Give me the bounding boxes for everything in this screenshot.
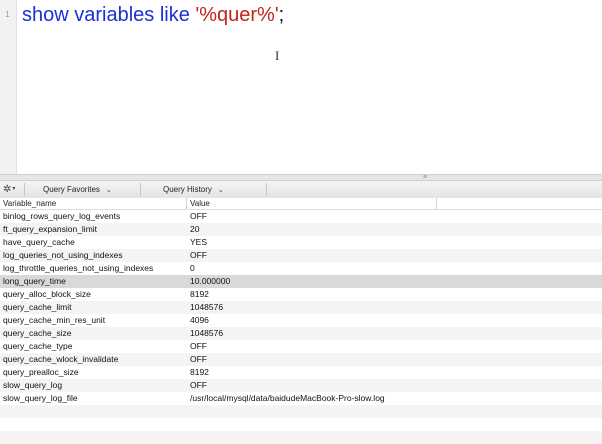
table-row[interactable]: query_alloc_block_size 8192 — [0, 288, 602, 301]
table-row[interactable]: query_cache_min_res_unit 4096 — [0, 314, 602, 327]
table-row[interactable]: log_queries_not_using_indexes OFF — [0, 249, 602, 262]
query-toolbar: ✲▾ Query Favorites ⌄ Query History ⌄ — [0, 181, 602, 199]
chevron-down-icon: ⌄ — [105, 187, 112, 194]
cell-variable-name: have_query_cache — [3, 237, 75, 247]
table-row[interactable]: query_prealloc_size 8192 — [0, 366, 602, 379]
cell-variable-name: log_throttle_queries_not_using_indexes — [3, 263, 154, 273]
table-row[interactable]: query_cache_limit 1048576 — [0, 301, 602, 314]
column-divider[interactable] — [186, 198, 187, 209]
cell-value: 10.000000 — [190, 276, 231, 286]
cell-value: OFF — [190, 341, 207, 351]
line-number-gutter: 1 — [0, 0, 17, 174]
cell-value: 0 — [190, 263, 195, 273]
column-divider[interactable] — [436, 198, 437, 209]
chevron-down-icon: ⌄ — [217, 187, 224, 194]
cell-value: 8192 — [190, 367, 209, 377]
cell-variable-name: query_alloc_block_size — [3, 289, 91, 299]
query-text-line[interactable]: show variables like '%quer%'; — [22, 3, 284, 27]
cell-value: OFF — [190, 380, 207, 390]
column-header-variable-name[interactable]: Variable_name — [3, 199, 56, 208]
cell-variable-name: long_query_time — [3, 276, 66, 286]
cell-value: 4096 — [190, 315, 209, 325]
cell-value: OFF — [190, 250, 207, 260]
column-header-value[interactable]: Value — [190, 199, 210, 208]
results-header-row: Variable_name Value — [0, 198, 602, 210]
toolbar-divider — [24, 183, 25, 196]
toolbar-divider — [266, 183, 267, 196]
table-row[interactable]: binlog_rows_query_log_events OFF — [0, 210, 602, 223]
table-row[interactable]: ft_query_expansion_limit 20 — [0, 223, 602, 236]
gear-icon: ✲ — [3, 184, 12, 196]
cell-value: /usr/local/mysql/data/baidudeMacBook-Pro… — [190, 393, 385, 403]
cell-variable-name: query_cache_size — [3, 328, 72, 338]
cell-variable-name: query_cache_wlock_invalidate — [3, 354, 119, 364]
table-row[interactable]: slow_query_log OFF — [0, 379, 602, 392]
cell-variable-name: query_prealloc_size — [3, 367, 79, 377]
table-row[interactable]: query_cache_type OFF — [0, 340, 602, 353]
query-editor[interactable]: 1 show variables like '%quer%'; I — [0, 0, 602, 174]
query-favorites-button[interactable]: Query Favorites ⌄ — [43, 184, 112, 195]
sql-string-literal: '%quer%' — [195, 4, 279, 26]
cell-value: 8192 — [190, 289, 209, 299]
query-favorites-label: Query Favorites — [43, 185, 100, 194]
table-row[interactable]: log_throttle_queries_not_using_indexes 0 — [0, 262, 602, 275]
cell-variable-name: ft_query_expansion_limit — [3, 224, 98, 234]
dropdown-arrow-icon: ▾ — [12, 186, 16, 192]
cell-variable-name: query_cache_type — [3, 341, 73, 351]
sql-terminator: ; — [278, 4, 285, 26]
table-row[interactable]: query_cache_wlock_invalidate OFF — [0, 353, 602, 366]
table-row[interactable]: query_cache_size 1048576 — [0, 327, 602, 340]
sql-keywords: show variables like — [22, 4, 196, 26]
cell-variable-name: binlog_rows_query_log_events — [3, 211, 121, 221]
toolbar-divider — [140, 183, 141, 196]
pane-splitter[interactable]: ≡ — [0, 174, 602, 181]
cell-value: YES — [190, 237, 208, 247]
table-row[interactable]: long_query_time 10.000000 — [0, 275, 602, 288]
cell-value: OFF — [190, 354, 207, 364]
gear-menu-button[interactable]: ✲▾ — [3, 184, 15, 195]
cell-value: 1048576 — [190, 328, 224, 338]
text-cursor-icon: I — [275, 48, 280, 63]
cell-value: OFF — [190, 211, 207, 221]
query-history-button[interactable]: Query History ⌄ — [163, 184, 224, 195]
cell-variable-name: log_queries_not_using_indexes — [3, 250, 123, 260]
empty-table-row — [0, 431, 602, 444]
cell-variable-name: query_cache_limit — [3, 302, 72, 312]
table-row[interactable]: slow_query_log_file/usr/local/mysql/data… — [0, 392, 602, 405]
empty-table-row — [0, 418, 602, 431]
results-table: Variable_name Value binlog_rows_query_lo… — [0, 198, 602, 444]
cell-value: 20 — [190, 224, 200, 234]
line-number: 1 — [5, 10, 10, 19]
empty-table-row — [0, 405, 602, 418]
query-history-label: Query History — [163, 185, 212, 194]
table-row[interactable]: have_query_cache YES — [0, 236, 602, 249]
cell-value: 1048576 — [190, 302, 224, 312]
cell-variable-name: query_cache_min_res_unit — [3, 315, 106, 325]
cell-variable-name: slow_query_log — [3, 380, 63, 390]
cell-variable-name: slow_query_log_file — [3, 393, 78, 403]
